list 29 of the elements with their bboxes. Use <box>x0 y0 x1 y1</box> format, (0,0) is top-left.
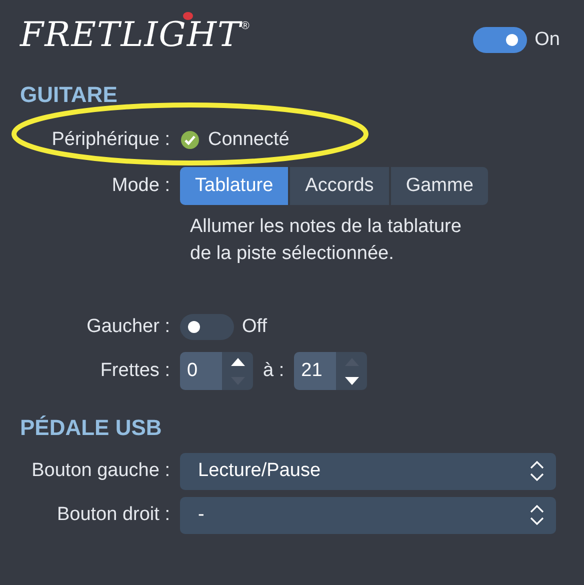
toggle-label: Off <box>242 314 267 339</box>
section-title: PÉDALE USB <box>19 417 163 440</box>
separator-label: à : <box>263 358 284 383</box>
field-label: Périphérique : <box>50 128 171 152</box>
logo-dot-icon <box>183 12 193 20</box>
logo: FRETLIGHT <box>20 18 242 52</box>
toggle-label: On <box>534 28 560 52</box>
caret-down-icon <box>344 376 359 385</box>
field-label: Bouton droit : <box>56 502 171 527</box>
dropdown-select[interactable]: - <box>180 496 556 534</box>
chevron-up-down-icon <box>530 460 544 482</box>
mode-tab[interactable]: Gamme <box>388 167 488 205</box>
mode-description: Allumer les notes de la tablature de la piste sélectionnée. <box>189 215 462 266</box>
section-title: GUITARE <box>19 84 118 106</box>
toggle-switch[interactable] <box>180 314 234 340</box>
registered-mark: ® <box>241 19 250 32</box>
number-field[interactable]: 21 <box>294 352 336 390</box>
field-label: Frettes : <box>99 358 171 383</box>
field-label: Bouton gauche : <box>30 458 171 483</box>
field-label: Mode : <box>110 174 171 198</box>
field-label: Gaucher : <box>86 314 171 339</box>
chevron-up-down-icon <box>530 504 544 526</box>
mode-tab[interactable]: Accords <box>288 167 389 205</box>
number-field[interactable]: 0 <box>180 352 222 390</box>
status-text: Connecté <box>208 128 290 152</box>
dropdown-select[interactable]: Lecture/Pause <box>180 452 556 490</box>
caret-up-icon <box>230 358 244 366</box>
mode-tab[interactable]: Tablature <box>180 167 288 205</box>
toggle-switch[interactable] <box>472 27 527 54</box>
